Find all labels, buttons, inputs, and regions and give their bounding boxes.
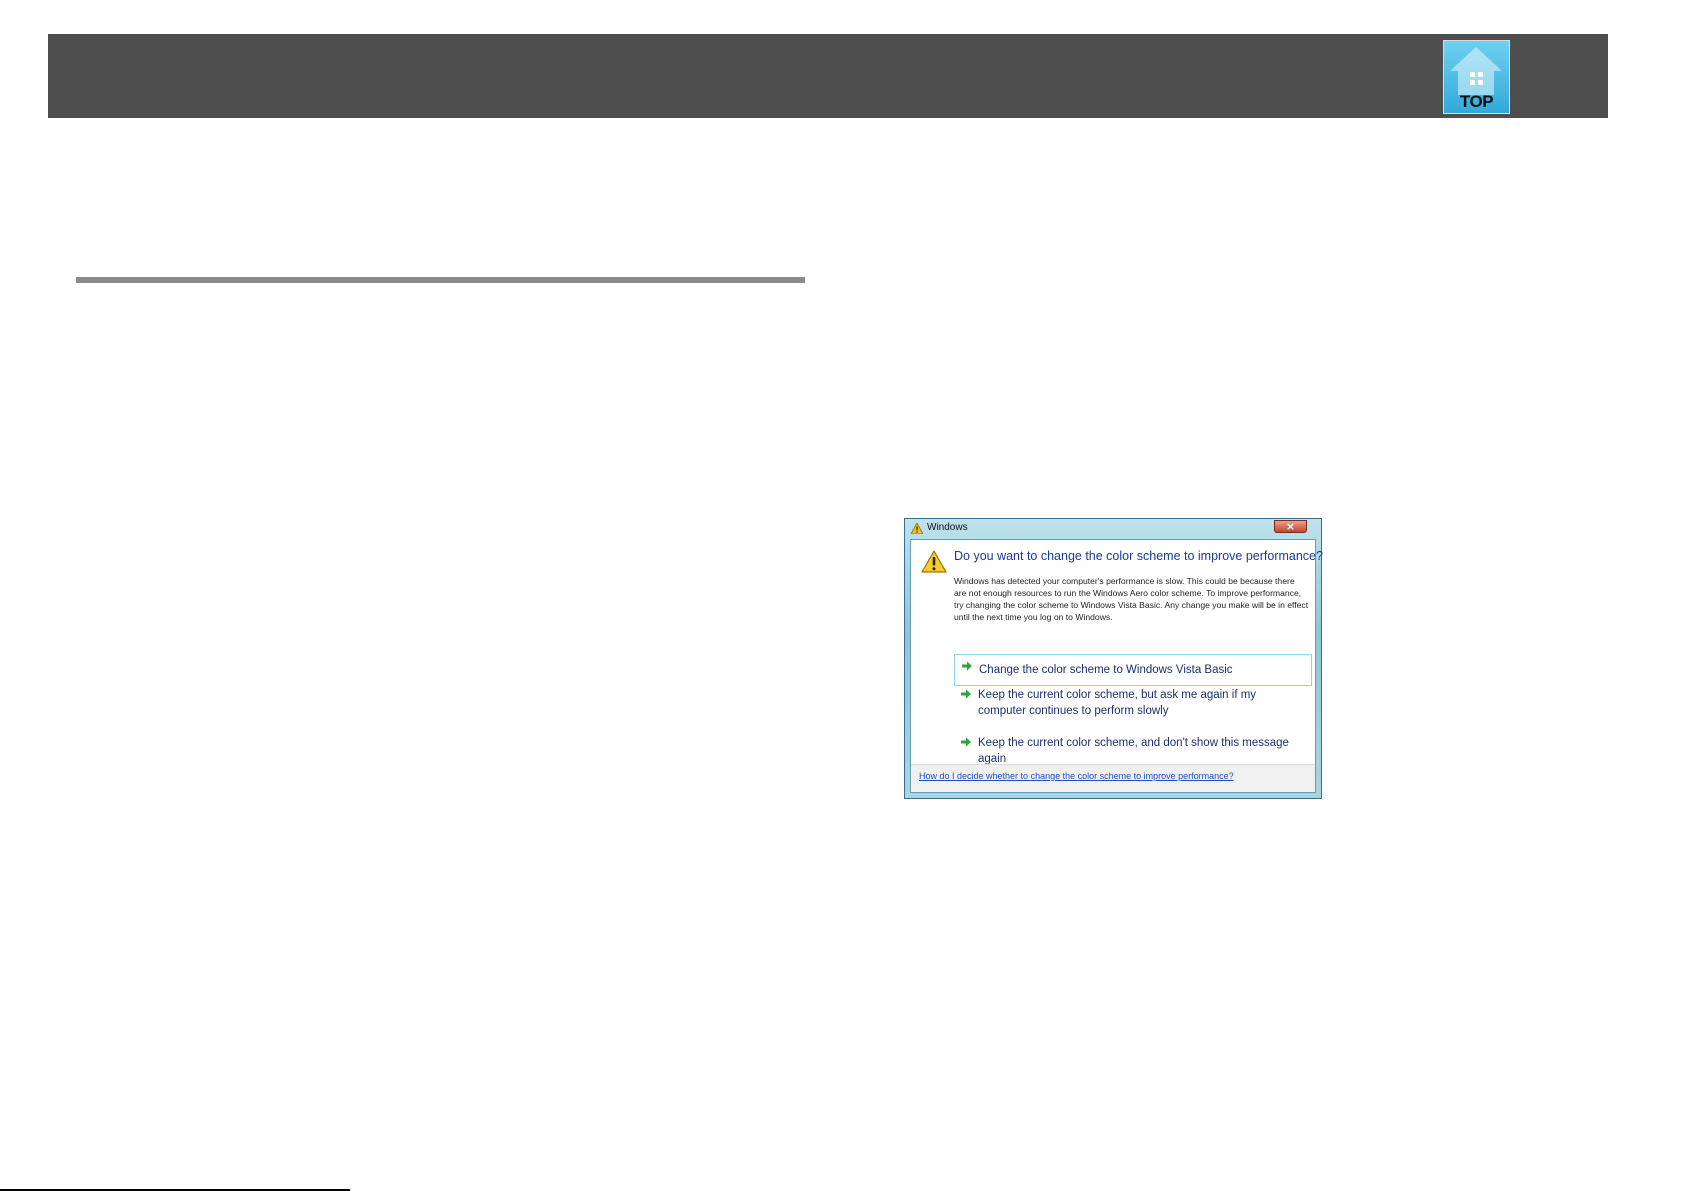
option-keep-ask-again[interactable]: Keep the current color scheme, but ask m… [954, 683, 1312, 723]
option-label: Keep the current color scheme, but ask m… [978, 689, 1257, 717]
top-label: TOP [1459, 92, 1494, 111]
close-button[interactable]: × [1274, 520, 1307, 533]
windows-dialog: Windows × Do you want to change the colo… [904, 518, 1323, 799]
green-arrow-icon [962, 661, 972, 671]
green-arrow-icon [961, 737, 971, 747]
option-label: Change the color scheme to Windows Vista… [979, 664, 1233, 676]
dialog-footer: How do I decide whether to change the co… [911, 764, 1315, 792]
option-switch-to-vista-basic[interactable]: Change the color scheme to Windows Vista… [954, 654, 1312, 686]
dialog-titlebar: Windows × [905, 519, 1321, 539]
section-divider [76, 277, 805, 283]
close-icon: × [1285, 520, 1296, 533]
warning-icon [911, 523, 923, 534]
option-label: Keep the current color scheme, and don't… [978, 737, 1289, 765]
page-header-bar [48, 34, 1608, 118]
dialog-body-text: Windows has detected your computer's per… [954, 576, 1309, 622]
help-link[interactable]: How do I decide whether to change the co… [919, 771, 1234, 781]
green-arrow-icon [961, 689, 971, 699]
dialog-title: Windows [927, 522, 968, 533]
dialog-content: Do you want to change the color scheme t… [910, 539, 1323, 793]
top-button[interactable]: TOP [1443, 40, 1510, 114]
main-instruction: Do you want to change the color scheme t… [954, 549, 1323, 563]
large-warning-icon [921, 550, 947, 573]
